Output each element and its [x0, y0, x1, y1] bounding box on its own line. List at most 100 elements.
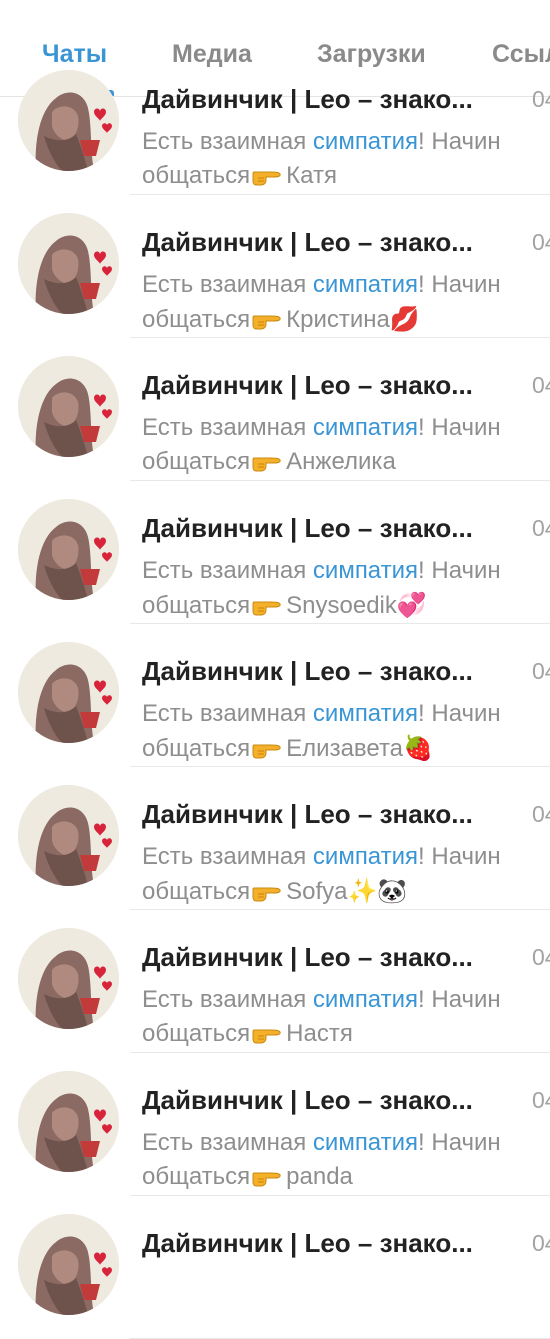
chat-preview-line1: Есть взаимная симпатия! Начин: [142, 128, 501, 156]
match-name: Кристина: [286, 306, 390, 333]
preview-text-end: ! Начин: [418, 414, 501, 441]
preview-highlight: симпатия: [312, 843, 419, 870]
chat-title: Дайвинчик | Leo – знако...: [142, 513, 473, 543]
chat-row[interactable]: Дайвинчик | Leo – знако... 04 Есть взаим…: [0, 767, 550, 910]
match-name: panda: [286, 1163, 353, 1190]
preview-text-end: ! Начин: [418, 1129, 501, 1156]
pointing-right-hand-icon: [252, 163, 282, 194]
leonardo-portrait-avatar: [18, 499, 119, 600]
leonardo-portrait-avatar: [18, 213, 119, 314]
preview-prefix: общаться: [142, 1163, 251, 1190]
chat-title: Дайвинчик | Leo – знако...: [142, 1228, 473, 1258]
pointing-right-hand-icon: [252, 1164, 282, 1195]
match-name: Елизавета: [286, 735, 404, 762]
preview-text-end: ! Начин: [418, 557, 501, 584]
chat-preview-line2: общаться Елизавета🍓: [142, 734, 433, 767]
preview-highlight: симпатия: [312, 128, 419, 155]
pointing-right-hand-icon: [252, 1021, 282, 1052]
match-name: Катя: [286, 162, 337, 189]
leonardo-portrait-avatar: [18, 642, 119, 743]
preview-text-end: ! Начин: [418, 128, 501, 155]
preview-prefix: общаться: [142, 448, 251, 475]
match-emoji: 💞: [396, 592, 427, 619]
chat-preview-line2: общаться panda: [142, 1163, 353, 1195]
chat-preview-line1: Есть взаимная симпатия! Начин: [142, 557, 501, 585]
chat-preview-line1: Есть взаимная симпатия! Начин: [142, 414, 501, 442]
chat-time: 04: [532, 944, 550, 970]
chat-time: 04: [532, 801, 550, 827]
preview-text: Есть взаимная: [142, 700, 313, 727]
match-name: Анжелика: [286, 448, 396, 475]
preview-highlight: симпатия: [312, 1129, 419, 1156]
leonardo-portrait-avatar: [18, 356, 119, 457]
chat-time: 04: [532, 1087, 550, 1113]
chat-title: Дайвинчик | Leo – знако...: [142, 84, 473, 114]
pointing-right-hand-icon: [252, 593, 282, 624]
preview-text: Есть взаимная: [142, 128, 313, 155]
leonardo-portrait-avatar: [18, 1071, 119, 1172]
preview-prefix: общаться: [142, 162, 251, 189]
match-emoji: 💋: [389, 306, 420, 333]
chat-title: Дайвинчик | Leo – знако...: [142, 370, 473, 400]
match-name: Sofya: [286, 878, 348, 905]
preview-prefix: общаться: [142, 306, 251, 333]
match-name: Snysoedik: [286, 592, 397, 619]
preview-prefix: общаться: [142, 878, 251, 905]
preview-text: Есть взаимная: [142, 414, 313, 441]
preview-text: Есть взаимная: [142, 843, 313, 870]
chat-preview-line1: Есть взаимная симпатия! Начин: [142, 1129, 501, 1157]
chat-preview-line2: общаться Настя: [142, 1020, 353, 1052]
preview-text-end: ! Начин: [418, 986, 501, 1013]
chat-preview-line2: общаться Sofya✨🐼: [142, 877, 407, 910]
chat-preview-line2: общаться Snysoedik💞: [142, 591, 427, 624]
preview-text: Есть взаимная: [142, 986, 313, 1013]
leonardo-portrait-avatar: [18, 785, 119, 886]
preview-text: Есть взаимная: [142, 1129, 313, 1156]
chat-list: Дайвинчик | Leo – знако... 04 Есть взаим…: [0, 70, 550, 1339]
preview-text: Есть взаимная: [142, 557, 313, 584]
preview-text-end: ! Начин: [418, 843, 501, 870]
chat-time: 04: [532, 372, 550, 398]
chat-title: Дайвинчик | Leo – знако...: [142, 799, 473, 829]
pointing-right-hand-icon: [252, 879, 282, 910]
chat-time: 04: [532, 229, 550, 255]
preview-highlight: симпатия: [312, 557, 419, 584]
preview-prefix: общаться: [142, 1020, 251, 1047]
preview-text: Есть взаимная: [142, 271, 313, 298]
chat-time: 04: [532, 1230, 550, 1256]
chat-row[interactable]: Дайвинчик | Leo – знако... 04 Есть взаим…: [0, 481, 550, 624]
chat-title: Дайвинчик | Leo – знако...: [142, 1085, 473, 1115]
preview-highlight: симпатия: [312, 986, 419, 1013]
match-name: Настя: [286, 1020, 353, 1047]
chat-row[interactable]: Дайвинчик | Leo – знако... 04 Есть взаим…: [0, 195, 550, 338]
chat-title: Дайвинчик | Leo – знако...: [142, 656, 473, 686]
chat-row[interactable]: Дайвинчик | Leo – знако... 04 Есть взаим…: [0, 624, 550, 767]
leonardo-portrait-avatar: [18, 70, 119, 171]
chat-row[interactable]: Дайвинчик | Leo – знако... 04 Есть взаим…: [0, 1053, 550, 1196]
chat-time: 04: [532, 658, 550, 684]
pointing-right-hand-icon: [252, 736, 282, 767]
chat-preview-line1: Есть взаимная симпатия! Начин: [142, 271, 501, 299]
preview-highlight: симпатия: [312, 414, 419, 441]
preview-prefix: общаться: [142, 735, 251, 762]
chat-row[interactable]: Дайвинчик | Leo – знако... 04 Есть взаим…: [0, 338, 550, 481]
preview-prefix: общаться: [142, 592, 251, 619]
chat-preview-line2: общаться Анжелика: [142, 448, 396, 480]
chat-row[interactable]: Дайвинчик | Leo – знако... 04: [0, 1196, 550, 1339]
chat-row[interactable]: Дайвинчик | Leo – знако... 04 Есть взаим…: [0, 910, 550, 1053]
pointing-right-hand-icon: [252, 449, 282, 480]
chat-title: Дайвинчик | Leo – знако...: [142, 942, 473, 972]
chat-preview-line1: Есть взаимная симпатия! Начин: [142, 843, 501, 871]
chat-time: 04: [532, 86, 550, 112]
leonardo-portrait-avatar: [18, 928, 119, 1029]
chat-title: Дайвинчик | Leo – знако...: [142, 227, 473, 257]
chat-preview-line1: Есть взаимная симпатия! Начин: [142, 700, 501, 728]
match-emoji: 🍓: [403, 735, 433, 762]
chat-preview-line2: общаться Катя: [142, 162, 337, 194]
preview-text-end: ! Начин: [418, 700, 501, 727]
chat-row[interactable]: Дайвинчик | Leo – знако... 04 Есть взаим…: [0, 52, 550, 195]
preview-text-end: ! Начин: [418, 271, 501, 298]
chat-time: 04: [532, 515, 550, 541]
chat-preview-line1: Есть взаимная симпатия! Начин: [142, 986, 501, 1014]
pointing-right-hand-icon: [252, 307, 282, 338]
